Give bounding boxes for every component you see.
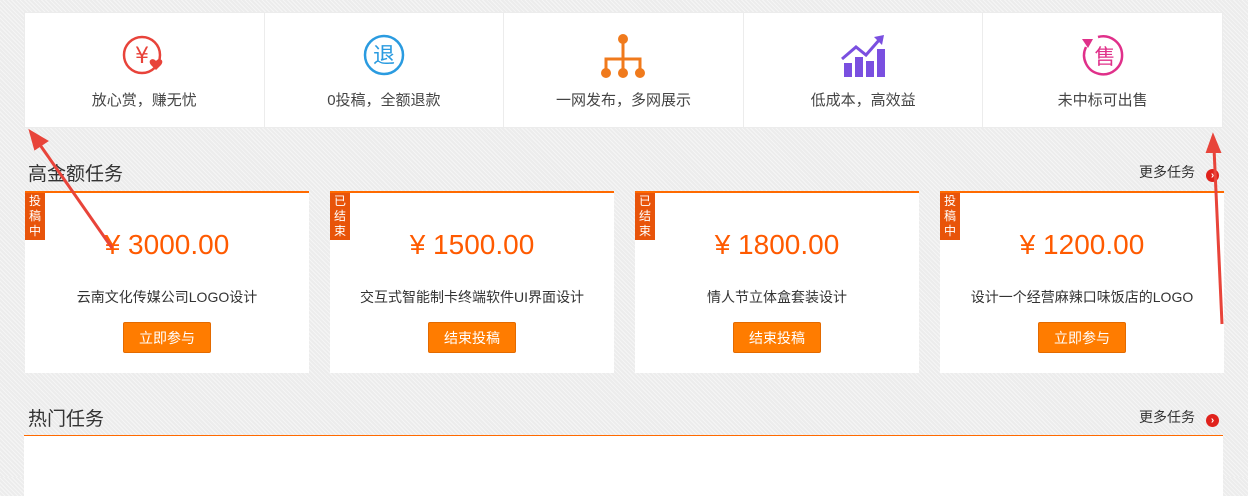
chevron-right-icon[interactable]: ›: [1206, 169, 1219, 182]
svg-text:¥: ¥: [135, 44, 149, 69]
section-title: 热门任务: [28, 409, 105, 430]
chevron-right-icon[interactable]: ›: [1206, 414, 1219, 427]
closed-button[interactable]: 结束投稿: [428, 322, 516, 353]
svg-text:退: 退: [373, 44, 395, 69]
task-card: 投稿中 ¥ 1200.00 设计一个经营麻辣口味饭店的LOGO 立即参与: [940, 191, 1224, 373]
closed-button[interactable]: 结束投稿: [733, 322, 821, 353]
feature-refund: 退 0投稿，全额退款: [265, 13, 505, 127]
join-button[interactable]: 立即参与: [123, 322, 211, 353]
feature-label: 一网发布，多网展示: [555, 92, 691, 109]
resell-icon: 售: [1078, 33, 1128, 81]
task-card: 投稿中 ¥ 3000.00 云南文化传媒公司LOGO设计 立即参与: [25, 191, 309, 373]
task-price: ¥ 1200.00: [1019, 229, 1145, 260]
hot-tasks-header: 热门任务 更多任务 ›: [24, 393, 1223, 437]
feature-resell: 售 未中标可出售: [983, 13, 1222, 127]
feature-strip: ¥ 放心赏，赚无忧 退 0投稿，全额退款 一网发布，多网展示 低成本，高效益 售…: [24, 12, 1223, 128]
feature-label: 低成本，高效益: [810, 92, 916, 109]
task-card: 已结束 ¥ 1800.00 情人节立体盒套装设计 结束投稿: [635, 191, 919, 373]
task-price: ¥ 1500.00: [409, 229, 535, 260]
feature-label: 0投稿，全额退款: [327, 92, 441, 109]
more-tasks-link[interactable]: 更多任务: [1139, 407, 1195, 427]
feature-label: 未中标可出售: [1057, 92, 1148, 109]
task-price: ¥ 3000.00: [104, 229, 230, 260]
task-card: 已结束 ¥ 1500.00 交互式智能制卡终端软件UI界面设计 结束投稿: [330, 191, 614, 373]
hot-tasks-panel: [24, 436, 1223, 496]
task-title[interactable]: 情人节立体盒套装设计: [635, 287, 919, 307]
network-tree-icon: [598, 33, 648, 81]
svg-text:售: 售: [1094, 45, 1115, 69]
high-tasks-header: 高金额任务 更多任务 ›: [24, 148, 1223, 192]
section-title: 高金额任务: [28, 164, 124, 185]
feature-multi-publish: 一网发布，多网展示: [504, 13, 744, 127]
task-title[interactable]: 交互式智能制卡终端软件UI界面设计: [330, 287, 614, 307]
task-title[interactable]: 设计一个经营麻辣口味饭店的LOGO: [940, 287, 1224, 307]
more-tasks-link[interactable]: 更多任务: [1139, 162, 1195, 182]
feature-reward-guarantee: ¥ 放心赏，赚无忧: [25, 13, 265, 127]
join-button[interactable]: 立即参与: [1038, 322, 1126, 353]
refund-icon: 退: [359, 33, 409, 81]
growth-chart-icon: [838, 33, 888, 81]
task-price: ¥ 1800.00: [714, 229, 840, 260]
feature-label: 放心赏，赚无忧: [91, 92, 197, 109]
yen-heart-icon: ¥: [119, 33, 169, 81]
feature-low-cost: 低成本，高效益: [744, 13, 984, 127]
task-title[interactable]: 云南文化传媒公司LOGO设计: [25, 287, 309, 307]
